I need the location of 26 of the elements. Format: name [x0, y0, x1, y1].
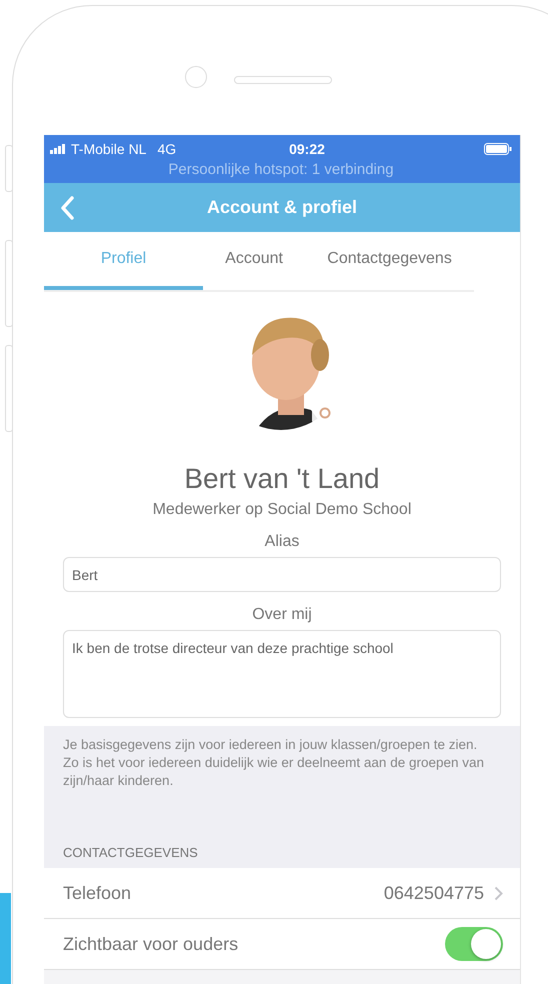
section-header: CONTACTGEGEVENS: [63, 845, 199, 860]
row-label: Telefoon: [63, 882, 132, 904]
tab[interactable]: Profiel: [44, 232, 203, 290]
tab[interactable]: Account: [203, 232, 306, 290]
clock-text: 09:22: [289, 141, 325, 157]
network-text: 4G: [157, 141, 176, 157]
row-value: 0642504775: [384, 882, 484, 904]
carrier-text: T-Mobile NL: [71, 141, 146, 157]
row-label: Zichtbaar voor ouders: [63, 934, 240, 954]
profile-name: Bert van 't Land: [184, 463, 380, 495]
input-field[interactable]: Ik ben de trotse directeur van deze prachtige school: [63, 630, 501, 718]
profile-role: Medewerker op Social Demo School: [152, 501, 412, 519]
hotspot-text: Persoonlijke hotspot: 1 verbinding: [167, 161, 395, 178]
field-label: Alias: [264, 533, 300, 551]
tab[interactable]: Contactgegevens: [305, 232, 474, 290]
field-label: Over mij: [252, 606, 312, 624]
battery-icon: [484, 143, 512, 155]
nav-title: Account & profiel: [206, 197, 358, 218]
list-row[interactable]: Telefoon 0642504775: [44, 868, 520, 919]
chevron-icon: [494, 886, 503, 900]
info-text: Je basisgegevens zijn voor iedereen in jouw klassen/groepen te zien. Zo is het voor iedereen duidelijk wie er deelneemt aan de groepen van zijn/haar kinderen.: [63, 736, 486, 790]
signal-icon: [50, 144, 68, 154]
toggle-switch[interactable]: [445, 927, 503, 961]
input-field[interactable]: Bert: [63, 557, 501, 592]
speaker-icon: [234, 76, 332, 84]
back-icon[interactable]: [60, 196, 74, 220]
